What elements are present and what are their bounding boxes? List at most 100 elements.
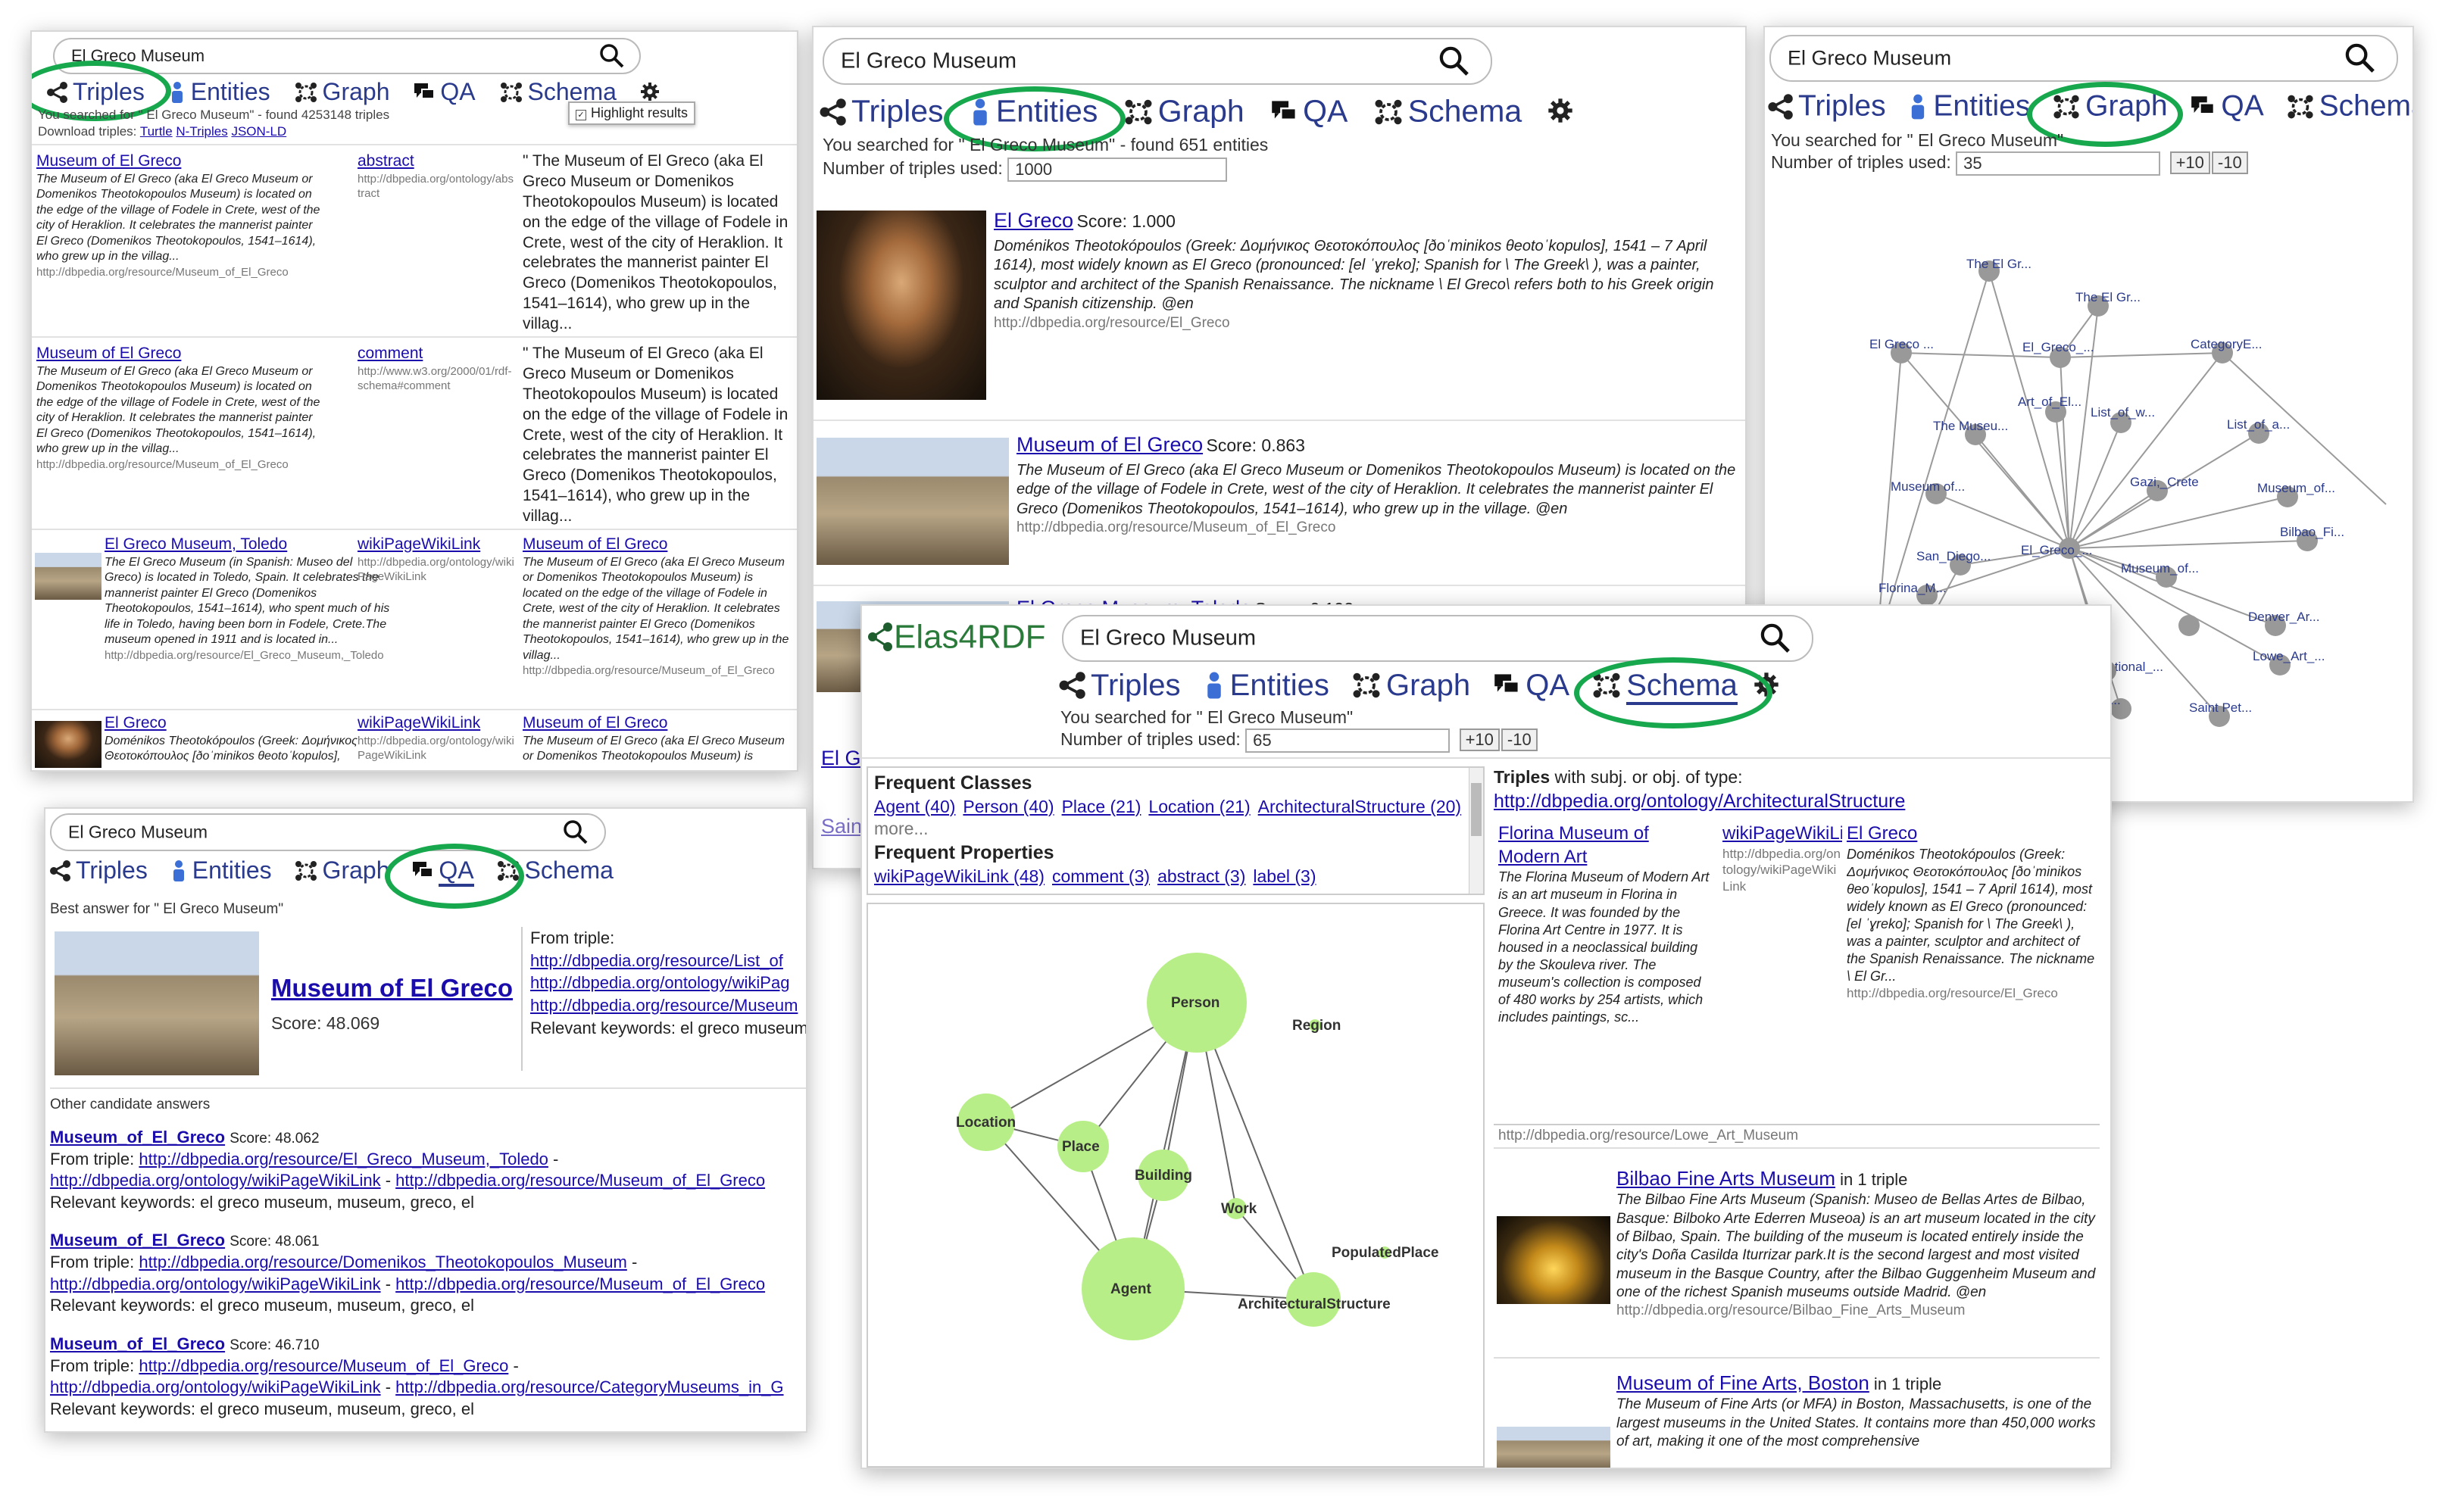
download-ntriples-link[interactable]: N-Triples: [176, 124, 227, 139]
triple-link[interactable]: http://dbpedia.org/resource/Domenikos_Th…: [139, 1253, 627, 1271]
search-bar[interactable]: El Greco Museum: [1062, 615, 1813, 662]
minus-ten-button[interactable]: -10: [2211, 151, 2248, 175]
candidate-link[interactable]: Museum_of_El_Greco: [50, 1231, 225, 1249]
predicate-link[interactable]: wikiPageWikiLink: [358, 535, 517, 555]
highlight-results-checkbox[interactable]: ✓ Highlight results: [568, 101, 696, 125]
plus-ten-button[interactable]: +10: [1459, 728, 1500, 752]
class-link[interactable]: Person (40): [963, 797, 1054, 816]
search-icon[interactable]: [598, 42, 626, 70]
predicate-link[interactable]: wikiPageWikiLink: [1722, 822, 1842, 846]
divider: [50, 1087, 806, 1089]
property-link[interactable]: comment (3): [1052, 866, 1150, 886]
triple-link[interactable]: http://dbpedia.org/ontology/wikiPageWiki…: [50, 1274, 381, 1293]
tab-triples[interactable]: Triples: [1057, 667, 1181, 703]
search-input[interactable]: El Greco Museum: [68, 822, 208, 843]
triple-link[interactable]: http://dbpedia.org/ontology/wikiPageWiki…: [50, 1377, 381, 1396]
candidate-link[interactable]: Museum_of_El_Greco: [50, 1334, 225, 1353]
object-link[interactable]: Museum of El Greco: [523, 535, 789, 555]
triple-link[interactable]: http://dbpedia.org/resource/CategoryMuse…: [395, 1377, 783, 1396]
gear-icon[interactable]: [1547, 98, 1573, 123]
tab-entities[interactable]: Entities: [1907, 89, 2030, 123]
tab-qa[interactable]: QA: [413, 76, 476, 106]
tab-triples[interactable]: Triples: [48, 855, 148, 884]
triples-used-input[interactable]: 35: [1956, 151, 2161, 176]
property-link[interactable]: wikiPageWikiLink (48): [874, 866, 1045, 886]
tab-entities[interactable]: Entities: [170, 855, 272, 884]
best-answer-link[interactable]: Museum of El Greco: [271, 974, 513, 1003]
predicate-link[interactable]: wikiPageWikiLink: [358, 713, 517, 734]
search-bar[interactable]: El Greco Museum: [1769, 35, 2398, 82]
triple-link[interactable]: http://dbpedia.org/resource/Museum_of_El…: [395, 1274, 765, 1293]
tab-graph[interactable]: Graph: [294, 76, 389, 106]
subject-link[interactable]: El Greco: [105, 713, 392, 734]
tab-schema[interactable]: Schema: [1373, 92, 1522, 129]
entity-link[interactable]: Museum of Fine Arts, Boston: [1616, 1371, 1869, 1394]
entity-link[interactable]: El Greco: [994, 209, 1073, 232]
plus-ten-button[interactable]: +10: [2169, 151, 2210, 175]
triple-link[interactable]: http://dbpedia.org/resource/Museum_of_El…: [395, 1171, 765, 1190]
tab-triples[interactable]: Triples: [1766, 89, 1886, 123]
schema-panel: Elas4RDF El Greco Museum Triples Entitie…: [860, 604, 2112, 1469]
entity-link-peek[interactable]: El G: [821, 747, 861, 770]
property-link[interactable]: label (3): [1253, 866, 1316, 886]
scrollbar[interactable]: [1469, 768, 1483, 894]
class-link[interactable]: Place (21): [1062, 797, 1141, 816]
object-link[interactable]: El Greco: [1847, 822, 2100, 846]
triple-link[interactable]: http://dbpedia.org/ontology/wikiPageWiki…: [50, 1171, 381, 1190]
class-link[interactable]: Agent (40): [874, 797, 955, 816]
entity-link[interactable]: Bilbao Fine Arts Museum: [1616, 1167, 1835, 1190]
gear-icon[interactable]: [640, 82, 660, 101]
entity-link[interactable]: Museum of El Greco: [1017, 433, 1203, 456]
tab-qa[interactable]: QA: [1269, 92, 1348, 129]
tab-graph[interactable]: Graph: [1351, 667, 1470, 703]
search-icon[interactable]: [1438, 45, 1471, 78]
entity-link-peek[interactable]: Sain: [821, 815, 862, 838]
triple-link[interactable]: http://dbpedia.org/resource/El_Greco_Mus…: [139, 1150, 548, 1168]
triples-used-input[interactable]: 65: [1245, 728, 1451, 753]
tab-triples[interactable]: Triples: [818, 92, 944, 129]
triple-link[interactable]: http://dbpedia.org/ontology/wikiPag: [530, 972, 806, 994]
triple-link[interactable]: http://dbpedia.org/resource/List_of: [530, 950, 806, 972]
property-link[interactable]: abstract (3): [1157, 866, 1245, 886]
schema-node-label: Building: [1135, 1168, 1192, 1184]
tab-entities[interactable]: Entities: [1203, 667, 1329, 703]
search-input[interactable]: El Greco Museum: [1788, 47, 1951, 70]
download-turtle-link[interactable]: Turtle: [140, 124, 173, 139]
class-link[interactable]: Location (21): [1148, 797, 1250, 816]
graph-node[interactable]: [2178, 615, 2200, 636]
schema-graph[interactable]: Person Region Location Place Building Work Age…: [868, 904, 1483, 1466]
object-link[interactable]: Museum of El Greco: [523, 713, 789, 734]
tab-graph[interactable]: Graph: [1123, 92, 1244, 129]
graph-node-label: Bilbao_Fi...: [2280, 525, 2344, 539]
triple-link[interactable]: http://dbpedia.org/resource/Museum_of_El…: [139, 1356, 508, 1375]
subject-link[interactable]: El Greco Museum, Toledo: [105, 535, 392, 555]
subject-link[interactable]: Museum of El Greco: [36, 344, 323, 364]
search-icon[interactable]: [1759, 622, 1792, 655]
minus-ten-button[interactable]: -10: [1501, 728, 1538, 752]
subject-link[interactable]: Museum of El Greco: [36, 151, 323, 172]
search-input[interactable]: El Greco Museum: [841, 49, 1017, 74]
tab-schema[interactable]: Schema: [2286, 89, 2412, 123]
predicate-link[interactable]: comment: [358, 344, 517, 364]
tab-qa[interactable]: QA: [1492, 667, 1569, 703]
triples-used-input[interactable]: 1000: [1007, 158, 1228, 182]
from-triple-label: From triple:: [50, 1253, 135, 1272]
download-jsonld-link[interactable]: JSON-LD: [231, 124, 286, 139]
subject-link[interactable]: Florina Museum of Modern Art: [1498, 822, 1715, 869]
type-uri-link[interactable]: http://dbpedia.org/ontology/Architectura…: [1494, 789, 2100, 814]
tab-graph[interactable]: Graph: [294, 855, 389, 884]
tab-qa[interactable]: QA: [2189, 89, 2264, 123]
predicate-link[interactable]: abstract: [358, 151, 517, 172]
chat-bubbles-icon: [414, 83, 436, 99]
class-link[interactable]: ArchitecturalStructure (20): [1258, 797, 1461, 816]
search-bar[interactable]: El Greco Museum: [50, 813, 606, 851]
search-icon[interactable]: [562, 819, 589, 846]
search-input[interactable]: El Greco Museum: [1080, 626, 1256, 651]
triple-link[interactable]: http://dbpedia.org/resource/Museum: [530, 994, 806, 1017]
candidate-link[interactable]: Museum_of_El_Greco: [50, 1128, 225, 1147]
search-icon[interactable]: [2344, 42, 2377, 75]
predicate-uri: http://dbpedia.org/ontology/wikiPageWiki…: [1722, 846, 1841, 894]
more-link[interactable]: more...: [874, 818, 1477, 841]
tab-entities[interactable]: Entities: [168, 76, 270, 106]
search-bar[interactable]: El Greco Museum: [823, 38, 1492, 85]
